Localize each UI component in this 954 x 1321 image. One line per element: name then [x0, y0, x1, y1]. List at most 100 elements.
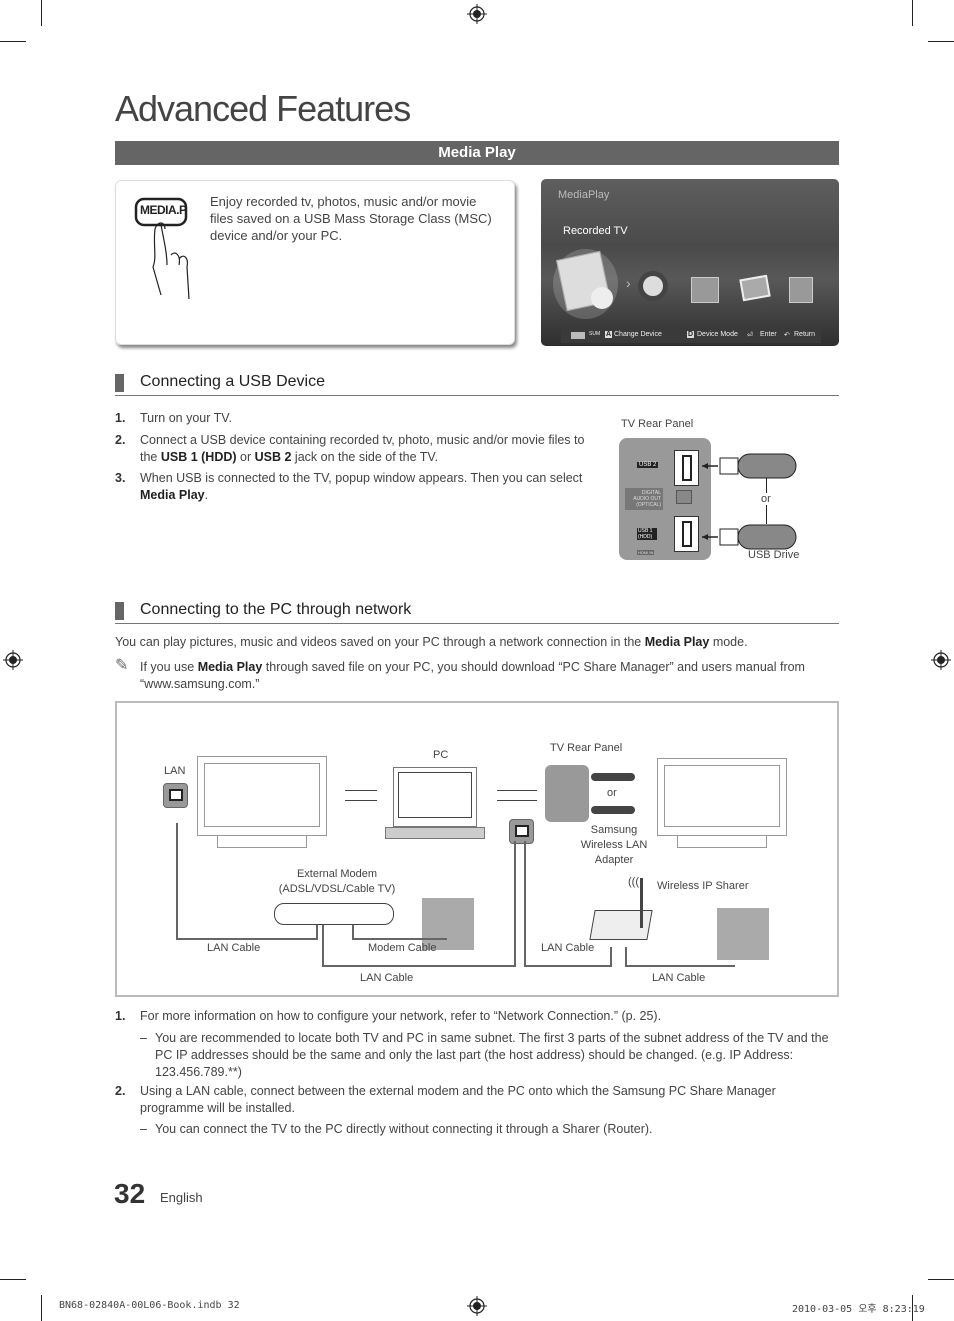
- lan-cable: [322, 925, 324, 967]
- external-modem-label: External Modem (ADSL/VDSL/Cable TV): [278, 868, 396, 895]
- router-antenna: [640, 878, 643, 928]
- registration-mark-icon: [467, 4, 487, 24]
- enter-label[interactable]: Enter: [760, 331, 777, 338]
- heading-marker: [115, 374, 124, 392]
- intro-box: MEDIA.P Enjoy recorded tv, photos, music…: [115, 180, 515, 345]
- usb-heading-text: Connecting a USB Device: [140, 373, 325, 390]
- enter-icon: ⏎: [747, 332, 753, 339]
- lan-cable: [610, 947, 612, 967]
- arrow-right-icon: [497, 790, 537, 791]
- step-number: 1.: [115, 1009, 126, 1023]
- modem-cable-label: Modem Cable: [368, 942, 437, 954]
- crop-mark: [928, 1279, 954, 1280]
- step-number: 2.: [115, 1084, 126, 1098]
- lan-cable: [176, 938, 316, 940]
- music-icon[interactable]: [691, 277, 719, 303]
- heading-marker: [115, 602, 124, 620]
- wireless-adapter-label: Samsung Wireless LAN Adapter: [580, 824, 648, 866]
- optical-port: [676, 490, 692, 504]
- change-device-label[interactable]: Change Device: [614, 331, 662, 338]
- network-diagram: LAN PC TV Rear Panel or Samsung Wireless…: [115, 701, 839, 997]
- laptop-icon: [393, 767, 477, 827]
- sum-label: SUM: [589, 331, 601, 337]
- tv-icon: [197, 756, 327, 836]
- modem-cable: [352, 938, 447, 940]
- print-file-info: BN68-02840A-00L06-Book.indb 32: [59, 1300, 240, 1311]
- d-key-icon: D: [687, 331, 695, 338]
- usb2-port-label: USB 2: [637, 462, 659, 468]
- pc-lan-port-icon: [509, 819, 534, 844]
- registration-mark-icon: [3, 650, 23, 670]
- setup-icon[interactable]: [789, 277, 813, 303]
- screen-footer-bar: SUM A Change Device D Device Mode ⏎ Ente…: [561, 329, 821, 343]
- step-text: For more information on how to configure…: [140, 1009, 662, 1023]
- step-number: 1.: [115, 411, 126, 425]
- wireless-signal-icon: (((: [628, 876, 639, 888]
- registration-mark-icon: [931, 650, 951, 670]
- photos-icon[interactable]: [739, 274, 771, 302]
- usb2-port: [674, 450, 699, 486]
- wireless-sharer-label: Wireless IP Sharer: [657, 880, 749, 892]
- page-title: Advanced Features: [115, 88, 411, 129]
- step-text: Connect a USB device containing recorded…: [140, 433, 585, 464]
- step-text: Turn on your TV.: [140, 411, 232, 425]
- or-label: or: [607, 787, 617, 799]
- tv-rear-panel-label: TV Rear Panel: [621, 418, 694, 430]
- tv-rear-panel-icon: [545, 765, 589, 822]
- recorded-tv-icon[interactable]: [553, 249, 618, 319]
- network-heading-text: Connecting to the PC through network: [140, 601, 412, 618]
- selected-item-label: Recorded TV: [563, 225, 628, 237]
- wall-socket-icon: [717, 908, 769, 960]
- tv-rear-panel-figure: USB 2 DIGITAL AUDIO OUT (OPTICAL) USB 1 …: [619, 438, 711, 560]
- lan-cable-label: LAN Cable: [541, 942, 595, 954]
- lan-cable: [524, 841, 526, 967]
- device-mode-label[interactable]: Device Mode: [697, 331, 738, 338]
- usb-drive-icon: [702, 524, 797, 550]
- media-p-button-label: MEDIA.P: [140, 203, 187, 217]
- usb-section-heading: Connecting a USB Device: [115, 372, 839, 396]
- lan-label: LAN: [164, 765, 186, 777]
- step-number: 3.: [115, 471, 126, 485]
- media-play-app-title: MediaPlay: [558, 189, 610, 201]
- pc-label: PC: [433, 749, 449, 761]
- dash-bullet: –: [140, 1031, 147, 1045]
- lan-cable: [514, 841, 516, 967]
- usb-step-2: 2. Connect a USB device containing recor…: [115, 432, 605, 468]
- sub-step-text: You are recommended to locate both TV an…: [155, 1031, 829, 1079]
- lan-cable-label: LAN Cable: [652, 972, 706, 984]
- external-modem-icon: [274, 903, 394, 925]
- sub-step-text: You can connect the TV to the PC directl…: [155, 1122, 653, 1136]
- media-play-screenshot: MediaPlay Recorded TV › SUM A Change Dev…: [541, 179, 839, 346]
- videos-icon[interactable]: [638, 271, 668, 301]
- return-label[interactable]: Return: [794, 331, 815, 338]
- sum-icon: [571, 332, 585, 339]
- tv-stand: [677, 836, 767, 848]
- step-number: 2.: [115, 433, 126, 447]
- crop-mark: [0, 1279, 26, 1280]
- intro-text: Enjoy recorded tv, photos, music and/or …: [210, 194, 492, 243]
- wireless-adapter-icon: [591, 773, 635, 781]
- hdmi-port-label: HDMI IN: [637, 550, 655, 555]
- lan-cable: [176, 823, 178, 940]
- usb-drive-label: USB Drive: [748, 549, 800, 561]
- tv-stand: [217, 836, 307, 848]
- wireless-adapter-icon: [591, 806, 635, 814]
- lan-cable-label: LAN Cable: [207, 942, 261, 954]
- page-language: English: [160, 1190, 203, 1205]
- dash-bullet: –: [140, 1122, 147, 1136]
- network-intro: You can play pictures, music and videos …: [115, 635, 748, 649]
- step-text: Using a LAN cable, connect between the e…: [140, 1084, 776, 1115]
- section-bar: Media Play: [115, 141, 839, 165]
- usb-step-3: 3. When USB is connected to the TV, popu…: [115, 470, 605, 506]
- registration-mark-icon: [467, 1296, 487, 1316]
- crop-mark: [0, 41, 26, 42]
- lan-cable-label: LAN Cable: [360, 972, 414, 984]
- laptop-keyboard: [385, 827, 485, 839]
- a-key-icon: A: [605, 331, 613, 338]
- tv-icon: [657, 758, 787, 836]
- or-label: or: [761, 493, 771, 505]
- step-text: When USB is connected to the TV, popup w…: [140, 471, 583, 502]
- arrow-right-icon: [345, 790, 377, 791]
- arrow-left-icon: [497, 800, 537, 801]
- lan-cable: [625, 965, 735, 967]
